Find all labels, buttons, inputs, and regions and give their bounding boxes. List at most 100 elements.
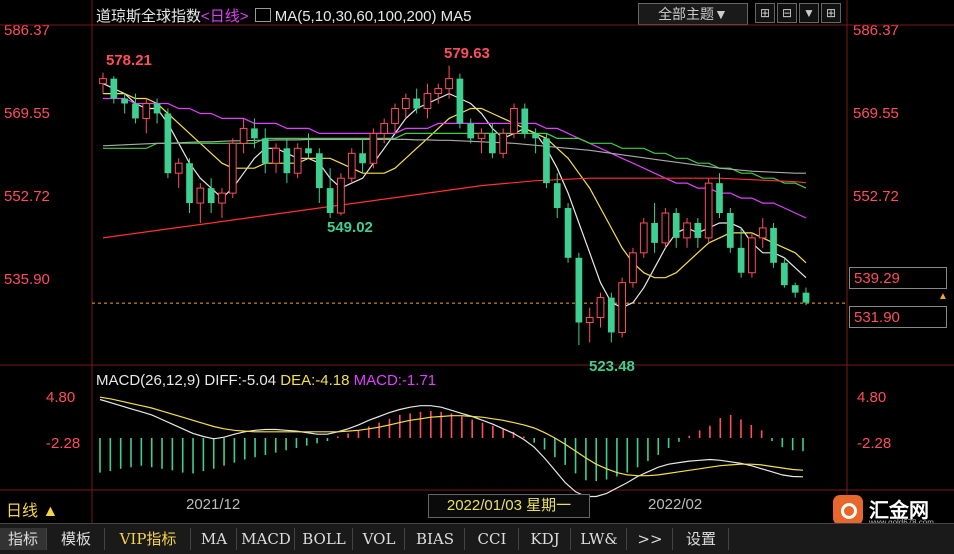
candle-body: [228, 142, 237, 194]
period-toggle-button[interactable]: 日线 ▲: [6, 497, 58, 521]
tab-vip-indicator[interactable]: VIP指标: [106, 528, 191, 550]
candle-body: [391, 107, 399, 124]
candle-body: [337, 177, 345, 214]
date-tick: 2021/12: [186, 496, 241, 513]
candle-body: [132, 103, 139, 119]
candle-body: [423, 93, 432, 109]
candle-body: [499, 132, 508, 154]
high-annotation: 579.63: [444, 45, 490, 62]
candle-body: [186, 163, 193, 204]
candle-body: [802, 292, 810, 303]
macd-tick-left: 4.80: [46, 389, 76, 406]
tab-template[interactable]: 模板: [48, 528, 105, 550]
candle-body: [737, 247, 745, 273]
candle-body: [401, 98, 410, 109]
candle-body: [629, 252, 637, 284]
candle-body: [283, 148, 291, 174]
high-annotation: 578.21: [106, 52, 152, 69]
macd-legend: MACD(26,12,9) DIFF:-5.04 DEA:-4.18 MACD:…: [96, 372, 436, 389]
tab-ma[interactable]: MA: [192, 528, 237, 550]
candle-body: [359, 153, 366, 164]
candle-body: [543, 138, 550, 184]
chart-canvas[interactable]: [0, 0, 954, 553]
candle-body: [369, 132, 378, 164]
indicator-tabs: 指标 模板 VIP指标 MA MACD BOLL VOL BIAS CCI KD…: [0, 523, 954, 554]
candle-body: [305, 148, 312, 154]
candle-body: [510, 107, 518, 134]
candle-body: [477, 132, 486, 139]
tab-vol[interactable]: VOL: [354, 528, 405, 550]
date-tick: 2022/02: [648, 496, 703, 513]
macd-diff: DIFF:-5.04: [204, 372, 277, 389]
candle-body: [218, 192, 226, 204]
candle-body: [239, 127, 248, 144]
candle-body: [153, 103, 161, 114]
candle-body: [121, 98, 128, 104]
candle-body: [110, 78, 118, 99]
logo-icon: [833, 495, 863, 525]
candle-body: [716, 183, 723, 214]
candle-body: [781, 262, 788, 286]
candle-body: [489, 133, 496, 154]
candle-body: [207, 188, 215, 204]
tab-bias[interactable]: BIAS: [406, 528, 465, 550]
macd-params[interactable]: MACD(26,12,9): [96, 372, 200, 389]
candle-body: [661, 212, 670, 244]
candle-body: [326, 188, 334, 214]
candle-body: [596, 297, 605, 319]
low-annotation: 549.02: [327, 219, 373, 236]
candle-body: [639, 222, 648, 254]
candle-body: [770, 227, 777, 263]
candle-body: [467, 123, 475, 139]
macd-tick-left: -2.28: [46, 435, 81, 452]
candle-body: [434, 88, 443, 95]
tab-settings[interactable]: 设置: [674, 528, 729, 550]
site-logo: 汇金网 www.gold678.com: [833, 493, 951, 527]
candle-body: [532, 133, 539, 139]
candle-body: [704, 182, 713, 239]
candle-body: [694, 222, 702, 238]
tab-indicator[interactable]: 指标: [0, 528, 47, 550]
candle-body: [748, 237, 756, 274]
candle-body: [142, 103, 151, 119]
tab-cci[interactable]: CCI: [466, 528, 519, 550]
candle-body: [791, 285, 799, 293]
candle-body: [726, 213, 734, 248]
macd-tick-right: 4.80: [857, 389, 887, 406]
candle-body: [315, 153, 323, 189]
candle-body: [683, 222, 691, 239]
ma-line-ma100: [102, 138, 806, 174]
cursor-date-label: 2022/01/03 星期一: [428, 494, 590, 518]
candle-body: [293, 147, 302, 174]
candle-body: [413, 98, 420, 109]
candle-body: [261, 138, 269, 164]
candle-body: [521, 108, 529, 134]
candle-body: [758, 227, 767, 239]
candle-body: [380, 122, 389, 134]
tab-kdj[interactable]: KDJ: [520, 528, 571, 550]
macd-tick-right: -2.28: [857, 435, 892, 452]
tab-lw[interactable]: LW&: [572, 528, 627, 550]
candle-body: [456, 78, 464, 124]
candle-body: [445, 78, 453, 90]
candle-body: [651, 222, 658, 243]
candle-body: [251, 128, 258, 139]
candle-body: [347, 152, 356, 179]
tab-boll[interactable]: BOLL: [296, 528, 353, 550]
candle-body: [575, 257, 583, 323]
candle-body: [585, 317, 594, 324]
candle-body: [196, 187, 205, 204]
candle-body: [564, 208, 572, 258]
macd-value: MACD:-1.71: [353, 372, 437, 389]
tab-more[interactable]: >>: [628, 528, 673, 550]
candle-body: [99, 78, 107, 85]
tab-macd[interactable]: MACD: [238, 528, 295, 550]
candle-body: [164, 113, 172, 174]
macd-dea: DEA:-4.18: [280, 372, 350, 389]
candle-body: [607, 297, 615, 333]
low-annotation: 523.48: [589, 358, 635, 375]
candle-body: [553, 183, 561, 209]
candle-body: [618, 282, 626, 333]
candle-body: [174, 162, 183, 174]
candle-body: [672, 213, 680, 238]
